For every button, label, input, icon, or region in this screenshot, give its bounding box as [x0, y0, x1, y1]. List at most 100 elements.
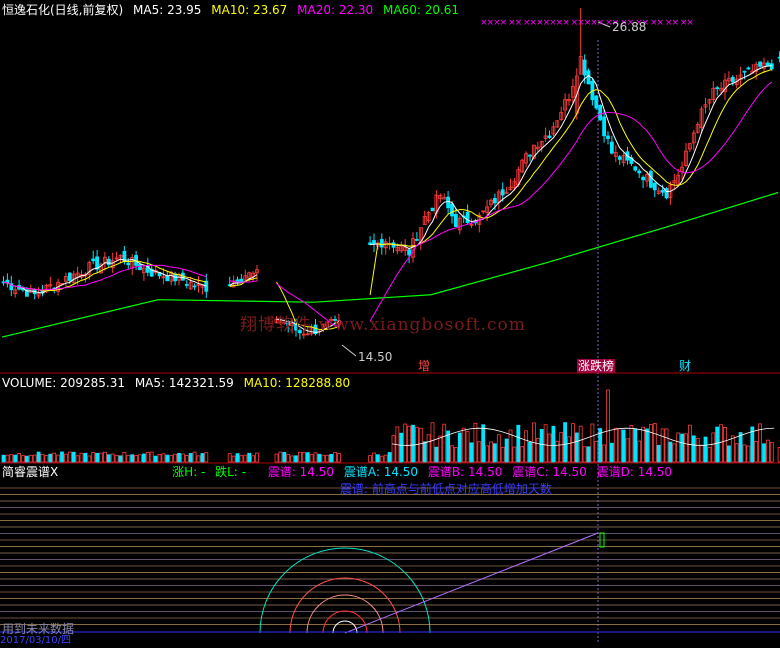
volume-bar [734, 443, 739, 463]
candle-body [742, 70, 747, 73]
volume-ma5-label: MA5: 142321.59 [134, 376, 234, 390]
top-marks: ×××× ×× ××××××× ××××× ×× ×× ×× ×× ×× ×× [480, 18, 694, 28]
volume-bar [399, 432, 404, 463]
candle-body [528, 154, 532, 157]
volume-bar [606, 389, 610, 463]
candle-body [430, 207, 435, 212]
volume-bar [56, 454, 60, 463]
candle-body [91, 258, 96, 262]
candle-body [637, 170, 642, 174]
volume-bar [465, 431, 470, 463]
ma5-label: MA5: 23.95 [133, 3, 202, 17]
volume-bar [610, 442, 614, 463]
candle-body [204, 280, 209, 292]
volume-bar [227, 453, 232, 463]
volume-bar [500, 446, 505, 463]
candle-body [126, 262, 131, 266]
volume-bar [141, 453, 146, 463]
volume-bar [676, 432, 681, 463]
volume-bar [52, 452, 57, 463]
volume-bar [103, 451, 107, 463]
volume-bar [329, 454, 334, 463]
volume-bar [114, 454, 119, 463]
volume-bar [719, 424, 723, 463]
volume-bar [457, 432, 462, 463]
volume-bar [434, 446, 439, 463]
candle-body [192, 285, 197, 288]
low-price-label: 14.50 [358, 350, 393, 364]
zpb-label: 震谱B: 14.50 [427, 465, 503, 479]
volume-bar [251, 455, 256, 463]
candle-body [598, 104, 603, 121]
volume-bar [165, 454, 170, 463]
volume-bar [555, 440, 560, 463]
marker-zeng: 增 [418, 359, 431, 373]
volume-bar [492, 443, 497, 463]
volume-bar [730, 435, 735, 463]
volume-bar [21, 455, 25, 463]
candle-body [715, 87, 720, 90]
candle-body [617, 156, 622, 160]
candle-body [106, 258, 111, 265]
volume-bar [333, 452, 337, 463]
volume-bar [383, 454, 388, 463]
volume-bar [621, 429, 626, 463]
volume-bar [715, 426, 720, 463]
zpd-label: 震谱D: 14.50 [596, 465, 673, 479]
volume-bar [418, 427, 423, 463]
volume-bar [738, 432, 743, 463]
volume-bar [520, 446, 525, 463]
spectrum-arc [306, 594, 384, 634]
candle-body [407, 249, 412, 256]
volume-bar [79, 452, 84, 463]
volume-bar [126, 454, 131, 463]
volume-bar [668, 441, 673, 463]
volume-bar [762, 443, 766, 463]
volume-bar [485, 445, 490, 463]
volume-bar [547, 433, 552, 463]
volume-bar [461, 427, 466, 463]
volume-bar [184, 455, 189, 463]
volume-bar [9, 454, 14, 463]
volume-ma10-label: MA10: 128288.80 [243, 376, 351, 390]
candle-body [602, 116, 606, 137]
volume-bar [664, 428, 669, 463]
candle-body [239, 278, 244, 283]
volume-bar [473, 422, 478, 463]
volume-bar [524, 430, 528, 463]
volume-bar [368, 455, 373, 463]
candle-body [594, 95, 599, 109]
volume-bar [28, 454, 33, 463]
volume-bar [157, 454, 162, 463]
volume-bar [453, 447, 458, 463]
ma20-line [4, 77, 780, 326]
volume-bar [204, 452, 209, 463]
marker-cai: 财 [679, 359, 692, 373]
volume-bar [723, 427, 727, 463]
volume-bar [145, 451, 150, 463]
volume-bar [297, 451, 302, 463]
zp-label: 震谱: 14.50 [267, 465, 335, 479]
volume-bar [586, 446, 591, 463]
volume-bar [32, 454, 37, 463]
volume-bar [372, 452, 376, 463]
volume-bar [71, 451, 76, 463]
spectrum-arc [322, 610, 368, 634]
volume-bar [543, 424, 548, 463]
ma60-label: MA60: 20.61 [383, 3, 460, 17]
volume-bar [567, 436, 571, 463]
candle-body [586, 70, 591, 85]
volume-bar [411, 424, 415, 463]
volume-bar [118, 455, 123, 463]
volume-bar [450, 445, 454, 463]
candle-body [730, 77, 735, 83]
volume-bar [559, 432, 564, 463]
candle-body [758, 61, 762, 67]
zpa-label: 震谱A: 14.50 [343, 465, 419, 479]
volume-bar [684, 433, 688, 463]
spectrum-arc [259, 547, 431, 634]
volume-bar [13, 454, 18, 463]
volume-bar [539, 429, 544, 463]
volume-bar [286, 453, 291, 463]
volume-bar [153, 455, 158, 463]
